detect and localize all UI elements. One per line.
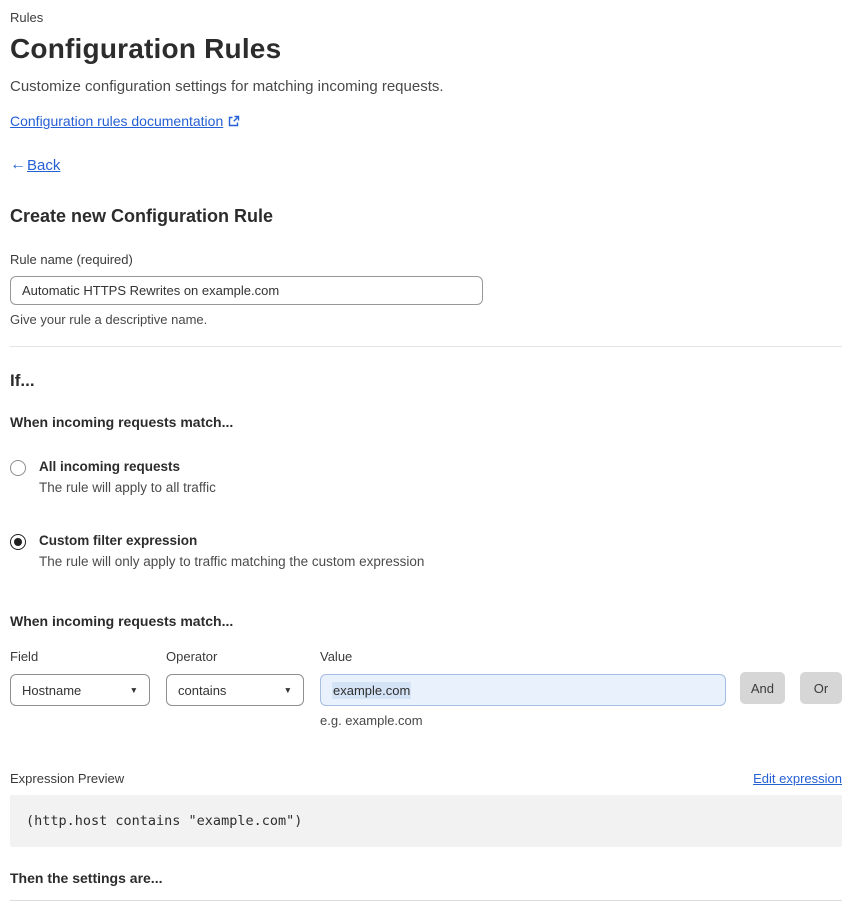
radio-option-custom-filter[interactable]: Custom filter expression The rule will o… bbox=[10, 533, 842, 569]
if-heading: If... bbox=[10, 371, 35, 390]
or-button[interactable]: Or bbox=[800, 672, 842, 704]
value-label: Value bbox=[320, 649, 353, 664]
operator-select[interactable]: contains ▼ bbox=[166, 674, 304, 706]
radio-option-description: The rule will only apply to traffic matc… bbox=[39, 554, 425, 569]
rule-name-input[interactable] bbox=[10, 276, 483, 305]
setting-card-automatic-https-rewrites: Automatic HTTPS Rewrites (optional) ✕ Tu… bbox=[10, 900, 842, 906]
external-link-icon bbox=[228, 115, 240, 127]
match-heading: When incoming requests match... bbox=[10, 414, 234, 430]
radio-checked-icon[interactable] bbox=[10, 534, 26, 550]
operator-label: Operator bbox=[166, 649, 218, 664]
create-rule-heading: Create new Configuration Rule bbox=[10, 206, 274, 226]
then-settings-heading: Then the settings are... bbox=[10, 870, 163, 886]
expression-code-block: (http.host contains "example.com") bbox=[10, 795, 842, 847]
back-link[interactable]: ← Back bbox=[10, 156, 842, 174]
radio-unchecked-icon[interactable] bbox=[10, 460, 26, 476]
chevron-down-icon: ▼ bbox=[129, 685, 138, 695]
rule-name-help: Give your rule a descriptive name. bbox=[10, 312, 208, 327]
radio-option-label: Custom filter expression bbox=[39, 533, 198, 548]
operator-select-value: contains bbox=[178, 682, 227, 698]
divider bbox=[10, 346, 842, 347]
field-label: Field bbox=[10, 649, 39, 664]
value-input-text: example.com bbox=[332, 681, 412, 699]
configuration-rules-page: Rules Configuration Rules Customize conf… bbox=[0, 0, 852, 906]
breadcrumb: Rules bbox=[10, 10, 44, 25]
value-input[interactable]: example.com bbox=[320, 674, 726, 706]
expression-preview-label: Expression Preview bbox=[10, 771, 125, 786]
rule-name-label: Rule name (required) bbox=[10, 252, 133, 267]
field-select[interactable]: Hostname ▼ bbox=[10, 674, 150, 706]
builder-heading: When incoming requests match... bbox=[10, 613, 234, 629]
field-select-value: Hostname bbox=[22, 682, 82, 698]
edit-expression-link[interactable]: Edit expression bbox=[753, 771, 842, 786]
back-link-label: Back bbox=[27, 156, 61, 174]
chevron-down-icon: ▼ bbox=[283, 685, 292, 695]
value-help: e.g. example.com bbox=[320, 713, 423, 728]
documentation-link[interactable]: Configuration rules documentation bbox=[10, 113, 223, 129]
back-arrow-icon: ← bbox=[10, 156, 26, 173]
radio-option-label: All incoming requests bbox=[39, 459, 181, 474]
and-button[interactable]: And bbox=[739, 672, 785, 704]
page-subtitle: Customize configuration settings for mat… bbox=[10, 78, 444, 95]
page-title: Configuration Rules bbox=[10, 33, 282, 64]
radio-option-all-requests[interactable]: All incoming requests The rule will appl… bbox=[10, 459, 842, 495]
expression-builder-row: Field Hostname ▼ Operator contains ▼ Val… bbox=[10, 649, 842, 728]
radio-option-description: The rule will apply to all traffic bbox=[39, 480, 216, 495]
